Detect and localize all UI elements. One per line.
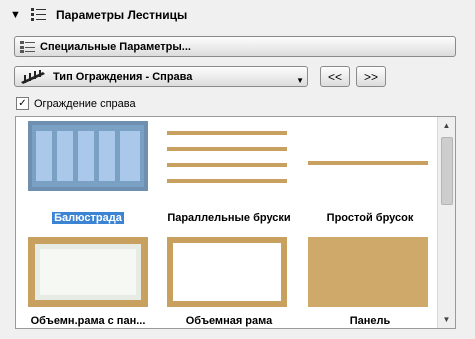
gallery-item-label: Панель — [349, 315, 391, 327]
railing-icon — [21, 69, 45, 84]
gallery-item-label: Простой брусок — [326, 212, 414, 224]
previous-button[interactable]: << — [320, 66, 350, 87]
gallery-item-balustrade[interactable]: Балюстрада — [18, 121, 158, 231]
railing-right-checkbox-row[interactable]: ✓ Ограждение справа — [16, 97, 136, 110]
gallery-scrollbar[interactable]: ▲ ▼ — [437, 117, 455, 328]
gallery-item-label: Объемн.рама с пан... — [30, 315, 146, 327]
railing-right-label: Ограждение справа — [34, 97, 136, 110]
railing-type-dropdown[interactable]: Тип Ограждения - Справа ▼ — [14, 66, 308, 87]
balustrade-thumbnail — [28, 121, 148, 191]
scroll-up-icon[interactable]: ▲ — [438, 117, 455, 134]
gallery-item-label: Балюстрада — [52, 212, 124, 224]
dropdown-arrow-icon: ▼ — [296, 76, 304, 85]
gallery-item-label: Объемная рама — [185, 315, 273, 327]
gallery-item-framed-panel[interactable]: Объемн.рама с пан... — [18, 237, 158, 328]
simple-bar-thumbnail — [308, 161, 428, 165]
special-parameters-button[interactable]: Специальные Параметры... — [14, 36, 456, 57]
panel-thumbnail — [308, 237, 428, 307]
panel-title: Параметры Лестницы — [56, 8, 188, 22]
gallery-item-panel[interactable]: Панель — [300, 237, 440, 328]
scroll-down-icon[interactable]: ▼ — [438, 311, 455, 328]
gallery-item-parallel-bars[interactable]: Параллельные бруски — [159, 121, 299, 231]
railing-right-checkbox[interactable]: ✓ — [16, 97, 29, 110]
railing-type-label: Тип Ограждения - Справа — [53, 70, 193, 83]
next-button[interactable]: >> — [356, 66, 386, 87]
panel-header[interactable]: ▼ Параметры Лестницы — [8, 3, 466, 27]
collapse-arrow-icon[interactable]: ▼ — [10, 9, 24, 21]
scrollbar-thumb[interactable] — [441, 137, 453, 205]
framed-panel-thumbnail — [28, 237, 148, 307]
gallery-item-volume-frame[interactable]: Объемная рама — [159, 237, 299, 328]
railing-gallery[interactable]: Балюстрада Параллельные бруски Простой б… — [15, 116, 456, 329]
volume-frame-thumbnail — [167, 237, 287, 307]
stair-settings-icon — [31, 8, 46, 21]
gallery-item-label: Параллельные бруски — [167, 212, 291, 224]
parameters-icon — [20, 40, 35, 53]
gallery-item-simple-bar[interactable]: Простой брусок — [300, 121, 440, 231]
parallel-bars-thumbnail — [167, 131, 287, 183]
special-parameters-label: Специальные Параметры... — [40, 40, 191, 53]
